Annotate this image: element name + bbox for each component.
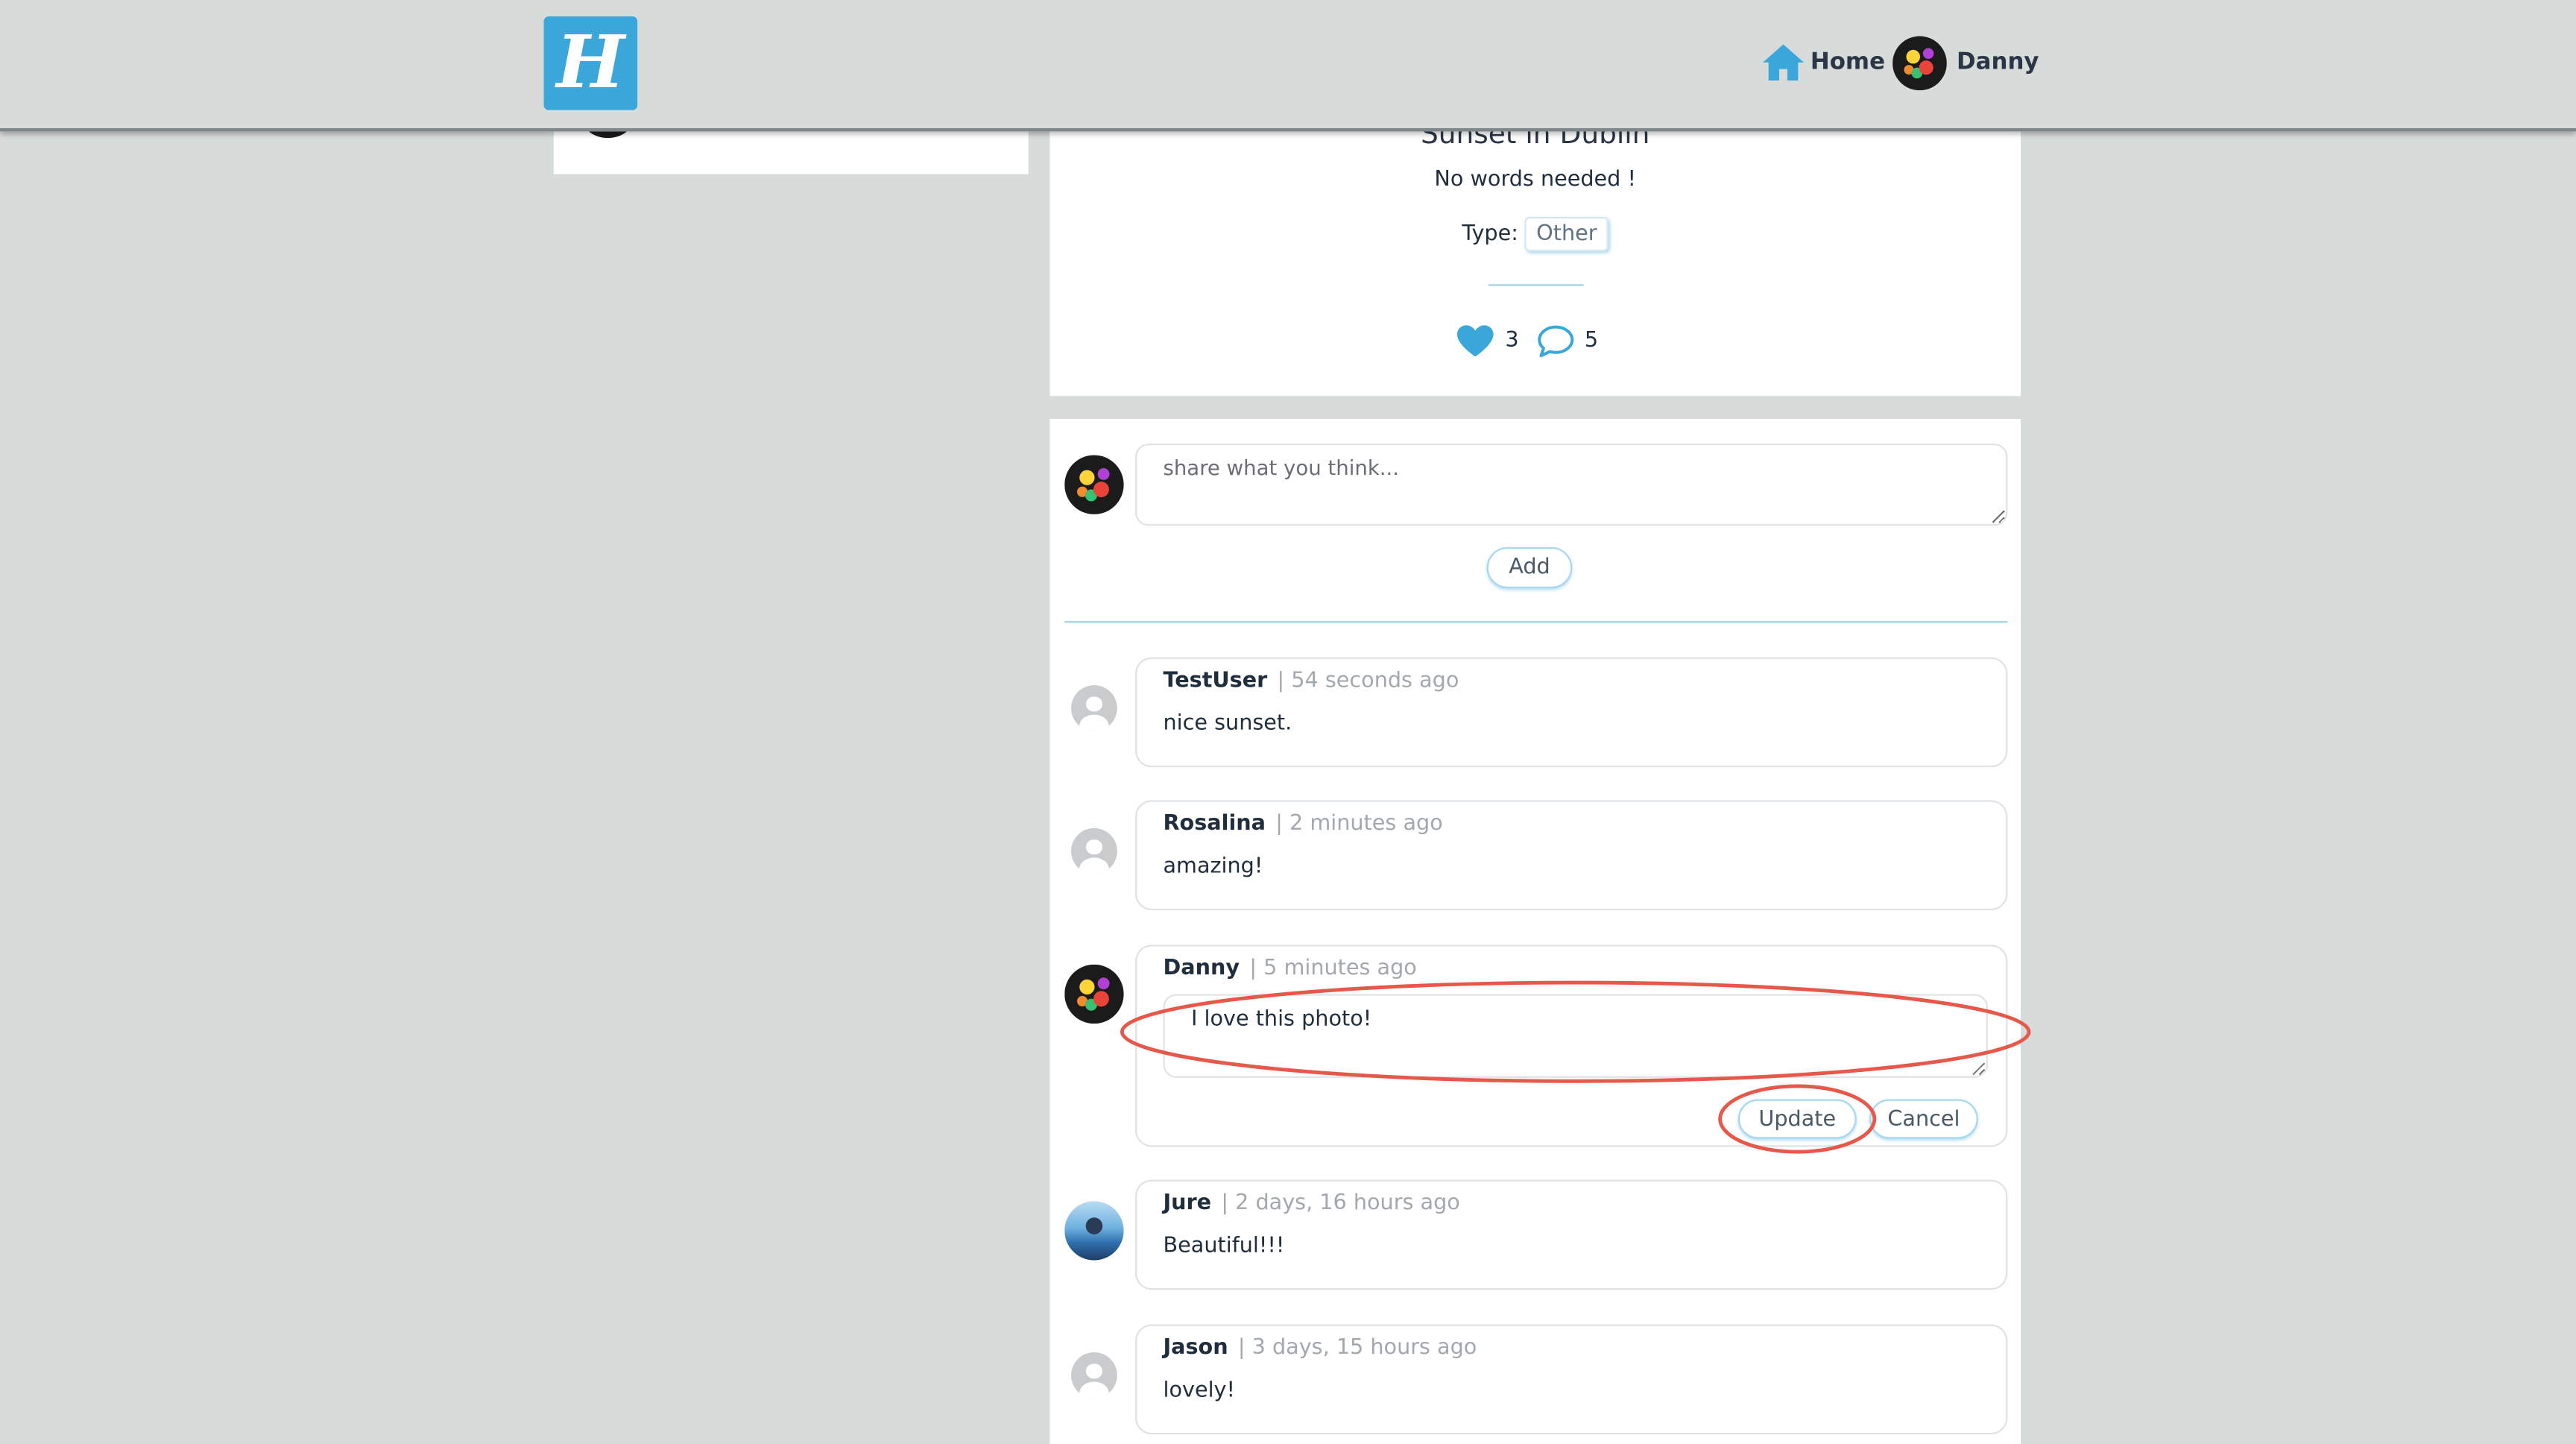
user-avatar xyxy=(1892,35,1947,90)
comment-author[interactable]: Danny xyxy=(1163,956,1240,981)
user-photo-avatar xyxy=(1064,1201,1124,1261)
new-comment-input[interactable] xyxy=(1135,444,2008,526)
comment-text: lovely! xyxy=(1163,1378,1235,1404)
comment-header: Rosalina | 2 minutes ago xyxy=(1163,812,1442,836)
comment-time: | 2 minutes ago xyxy=(1275,811,1443,836)
comment-text: Beautiful!!! xyxy=(1163,1234,1285,1259)
comment-box: Jason | 3 days, 15 hours ago lovely! xyxy=(1135,1324,2008,1435)
comment-header: Jason | 3 days, 15 hours ago xyxy=(1163,1336,1477,1361)
home-icon xyxy=(1762,44,1805,81)
comment-time: | 2 days, 16 hours ago xyxy=(1221,1191,1460,1217)
comment-header: Jure | 2 days, 16 hours ago xyxy=(1163,1191,1459,1216)
nav-user-name: Danny xyxy=(1957,49,2039,76)
comments-divider xyxy=(1064,621,2008,623)
comment-time: | 3 days, 15 hours ago xyxy=(1237,1335,1477,1361)
comment-header: TestUser | 54 seconds ago xyxy=(1163,669,1459,693)
default-avatar xyxy=(1071,685,1117,731)
default-avatar xyxy=(1071,1352,1117,1399)
post-card: Sunset in Dublin No words needed ! Type:… xyxy=(1049,98,2021,397)
comment-box: TestUser | 54 seconds ago nice sunset. xyxy=(1135,657,2008,768)
post-stats: 3 5 xyxy=(1049,324,2021,358)
nav-home-link[interactable]: Home xyxy=(1761,40,1885,86)
default-avatar xyxy=(1071,827,1117,874)
comment-author[interactable]: Jason xyxy=(1163,1336,1228,1361)
page: H Home Danny Sunset in Dublin No words n… xyxy=(0,0,2576,1444)
likes-count: 3 xyxy=(1505,328,1519,353)
post-description: No words needed ! xyxy=(1434,167,1636,192)
comments-count: 5 xyxy=(1584,328,1599,353)
comment-time: | 5 minutes ago xyxy=(1249,956,1417,981)
edit-comment-input[interactable]: I love this photo! xyxy=(1163,994,1988,1078)
heart-icon[interactable] xyxy=(1456,324,1495,358)
comment-box: Danny | 5 minutes ago I love this photo! … xyxy=(1135,945,2008,1147)
comment-box: Jure | 2 days, 16 hours ago Beautiful!!! xyxy=(1135,1179,2008,1290)
current-user-avatar xyxy=(1064,455,1124,514)
update-button[interactable]: Update xyxy=(1737,1099,1857,1139)
speech-bubble-icon[interactable] xyxy=(1535,324,1575,358)
post-divider xyxy=(1488,284,1584,286)
comment-header: Danny | 5 minutes ago xyxy=(1163,956,1416,981)
user-photo-avatar xyxy=(1064,964,1124,1024)
comment-author[interactable]: Rosalina xyxy=(1163,812,1266,836)
nav-user-menu[interactable]: Danny xyxy=(1892,34,2039,90)
comment-author[interactable]: Jure xyxy=(1163,1191,1211,1216)
post-type-label: Type: xyxy=(1462,221,1518,247)
comment-text: nice sunset. xyxy=(1163,711,1292,737)
app-logo[interactable]: H xyxy=(543,16,638,110)
post-type: Type: Other xyxy=(1049,216,2021,252)
post-type-badge[interactable]: Other xyxy=(1524,216,1609,252)
comment-author[interactable]: TestUser xyxy=(1163,669,1267,693)
nav-home-label: Home xyxy=(1810,49,1886,76)
comment-box: Rosalina | 2 minutes ago amazing! xyxy=(1135,800,2008,911)
comments-card: Add TestUser | 54 seconds ago nice sunset… xyxy=(1049,419,2021,1444)
add-comment-button[interactable]: Add xyxy=(1486,546,1573,589)
top-navbar: H Home Danny xyxy=(0,0,2576,132)
comment-text: amazing! xyxy=(1163,854,1263,880)
cancel-button[interactable]: Cancel xyxy=(1869,1099,1978,1139)
comment-time: | 54 seconds ago xyxy=(1277,669,1459,694)
